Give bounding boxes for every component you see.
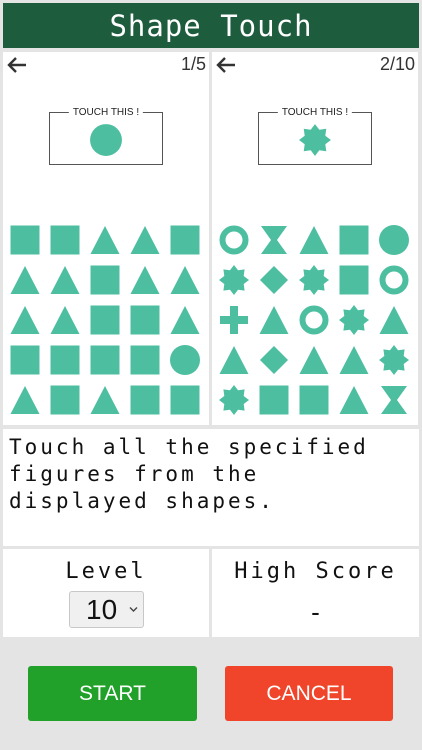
target-label: TOUCH THIS ! xyxy=(68,106,144,119)
cancel-button[interactable]: CANCEL xyxy=(225,666,393,721)
triangle-shape[interactable] xyxy=(89,224,121,256)
square-shape[interactable] xyxy=(129,344,161,376)
target-box: TOUCH THIS ! xyxy=(49,106,163,165)
level-select[interactable]: 10 xyxy=(69,591,144,628)
ring-shape[interactable] xyxy=(298,304,330,336)
square-shape[interactable] xyxy=(129,304,161,336)
level-value: 10 xyxy=(86,593,118,625)
start-button[interactable]: START xyxy=(28,666,197,721)
triangle-shape[interactable] xyxy=(169,264,201,296)
high-score-panel: High Score - xyxy=(212,549,419,637)
target-box: TOUCH THIS ! xyxy=(258,106,372,165)
hourglass-shape[interactable] xyxy=(378,384,410,416)
triangle-shape[interactable] xyxy=(218,344,250,376)
chevron-down-icon xyxy=(129,606,138,613)
triangle-shape[interactable] xyxy=(338,344,370,376)
triangle-shape[interactable] xyxy=(89,384,121,416)
square-shape[interactable] xyxy=(49,384,81,416)
square-shape[interactable] xyxy=(169,224,201,256)
triangle-shape[interactable] xyxy=(9,304,41,336)
star-shape[interactable] xyxy=(298,264,330,296)
question-counter: 2/10 xyxy=(379,54,415,74)
triangle-shape[interactable] xyxy=(298,224,330,256)
square-shape[interactable] xyxy=(89,344,121,376)
shape-grid xyxy=(218,224,418,420)
triangle-shape[interactable] xyxy=(9,264,41,296)
triangle-shape[interactable] xyxy=(298,344,330,376)
square-shape[interactable] xyxy=(89,304,121,336)
square-shape[interactable] xyxy=(338,224,370,256)
triangle-shape[interactable] xyxy=(338,384,370,416)
circle-shape[interactable] xyxy=(378,224,410,256)
square-shape[interactable] xyxy=(49,344,81,376)
square-shape[interactable] xyxy=(298,384,330,416)
square-shape[interactable] xyxy=(258,384,290,416)
preview-panel-1: 1/5 TOUCH THIS ! xyxy=(3,52,209,425)
high-score-label: High Score xyxy=(234,559,397,584)
triangle-shape[interactable] xyxy=(49,264,81,296)
level-panel: Level 10 xyxy=(3,549,209,637)
high-score-value: - xyxy=(311,597,320,627)
star-shape[interactable] xyxy=(218,264,250,296)
app-title-bar: Shape Touch xyxy=(3,3,419,48)
triangle-shape[interactable] xyxy=(378,304,410,336)
instruction-text: Touch all the specified figures from the… xyxy=(3,429,419,546)
diamond-shape[interactable] xyxy=(258,344,290,376)
triangle-shape[interactable] xyxy=(129,224,161,256)
back-arrow-icon[interactable] xyxy=(6,54,28,76)
preview-panel-2: 2/10 TOUCH THIS ! xyxy=(212,52,418,425)
cross-shape[interactable] xyxy=(218,304,250,336)
square-shape[interactable] xyxy=(169,384,201,416)
triangle-shape[interactable] xyxy=(258,304,290,336)
target-shape xyxy=(298,123,332,157)
hourglass-shape[interactable] xyxy=(258,224,290,256)
star-shape[interactable] xyxy=(338,304,370,336)
back-arrow-icon[interactable] xyxy=(215,54,237,76)
star-shape[interactable] xyxy=(218,384,250,416)
ring-shape[interactable] xyxy=(378,264,410,296)
triangle-shape[interactable] xyxy=(49,304,81,336)
square-shape[interactable] xyxy=(89,264,121,296)
triangle-shape[interactable] xyxy=(129,264,161,296)
square-shape[interactable] xyxy=(338,264,370,296)
level-label: Level xyxy=(65,559,147,584)
circle-shape[interactable] xyxy=(169,344,201,376)
triangle-shape[interactable] xyxy=(9,384,41,416)
target-shape xyxy=(89,123,123,157)
ring-shape[interactable] xyxy=(218,224,250,256)
triangle-shape[interactable] xyxy=(169,304,201,336)
square-shape[interactable] xyxy=(9,344,41,376)
square-shape[interactable] xyxy=(49,224,81,256)
square-shape[interactable] xyxy=(129,384,161,416)
shape-grid xyxy=(9,224,209,420)
target-label: TOUCH THIS ! xyxy=(277,106,353,119)
app-title: Shape Touch xyxy=(109,8,313,43)
question-counter: 1/5 xyxy=(180,54,206,74)
star-shape[interactable] xyxy=(378,344,410,376)
diamond-shape[interactable] xyxy=(258,264,290,296)
square-shape[interactable] xyxy=(9,224,41,256)
